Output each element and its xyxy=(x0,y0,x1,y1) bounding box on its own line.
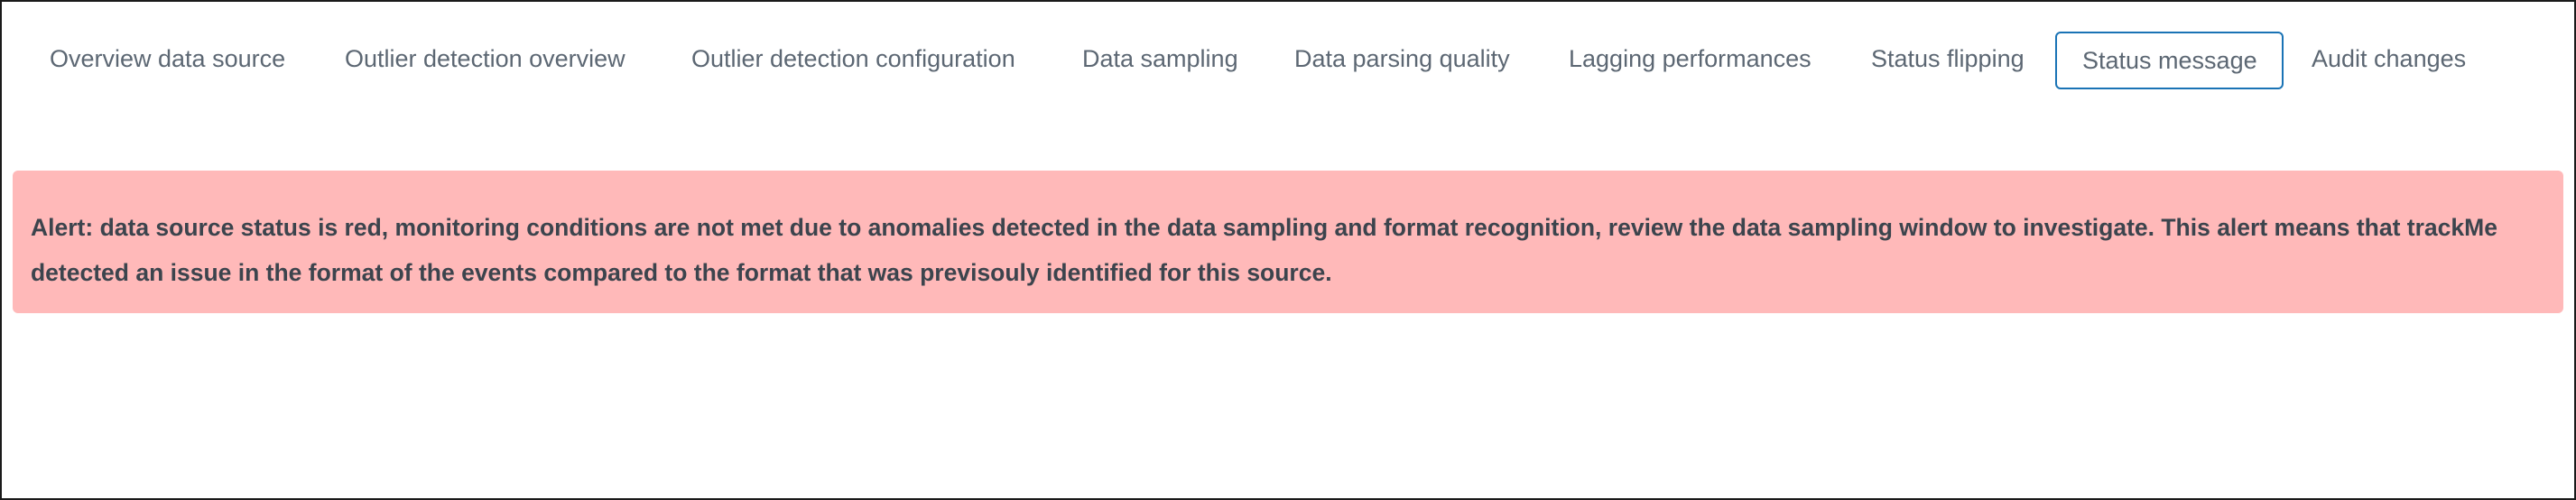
tab-overview-data-source[interactable]: Overview data source xyxy=(50,32,285,86)
tab-outlier-detection-configuration[interactable]: Outlier detection configuration xyxy=(691,32,1015,86)
tab-status-message[interactable]: Status message xyxy=(2055,32,2284,89)
tab-data-sampling[interactable]: Data sampling xyxy=(1082,32,1238,86)
tab-status-flipping[interactable]: Status flipping xyxy=(1871,32,2025,86)
status-alert: Alert: data source status is red, monito… xyxy=(13,171,2563,313)
tab-bar: Overview data source Outlier detection o… xyxy=(0,32,2576,89)
tab-outlier-detection-overview[interactable]: Outlier detection overview xyxy=(345,32,625,86)
tab-lagging-performances[interactable]: Lagging performances xyxy=(1569,32,1812,86)
alert-message: Alert: data source status is red, monito… xyxy=(31,214,2497,286)
tab-data-parsing-quality[interactable]: Data parsing quality xyxy=(1294,32,1510,86)
tab-audit-changes[interactable]: Audit changes xyxy=(2312,32,2466,86)
